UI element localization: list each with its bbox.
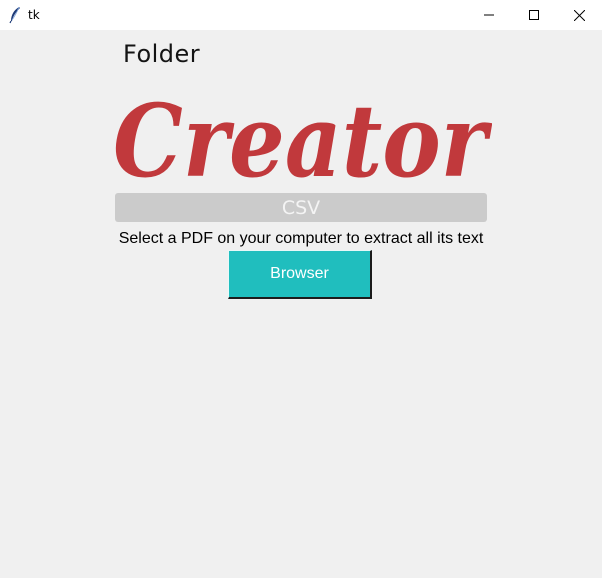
tk-feather-icon xyxy=(9,6,20,24)
maximize-icon xyxy=(529,10,539,20)
instruction-text: Select a PDF on your computer to extract… xyxy=(118,230,484,247)
browse-button[interactable]: Browser xyxy=(228,250,372,299)
title-bar: tk xyxy=(0,0,602,30)
creator-logo: Creator xyxy=(112,82,493,200)
creator-logo-text: Creator xyxy=(113,86,492,186)
close-button[interactable] xyxy=(556,0,602,30)
minimize-icon xyxy=(484,14,494,16)
minimize-button[interactable] xyxy=(466,0,512,30)
csv-label: CSV xyxy=(281,196,321,219)
browse-button-label: Browser xyxy=(270,265,329,282)
maximize-button[interactable] xyxy=(511,0,557,30)
close-icon xyxy=(573,9,585,21)
window-title: tk xyxy=(28,8,40,22)
folder-label: Folder xyxy=(123,40,201,68)
csv-bar: CSV xyxy=(115,193,487,222)
main-content: Folder Creator CSV Select a PDF on your … xyxy=(0,30,602,578)
